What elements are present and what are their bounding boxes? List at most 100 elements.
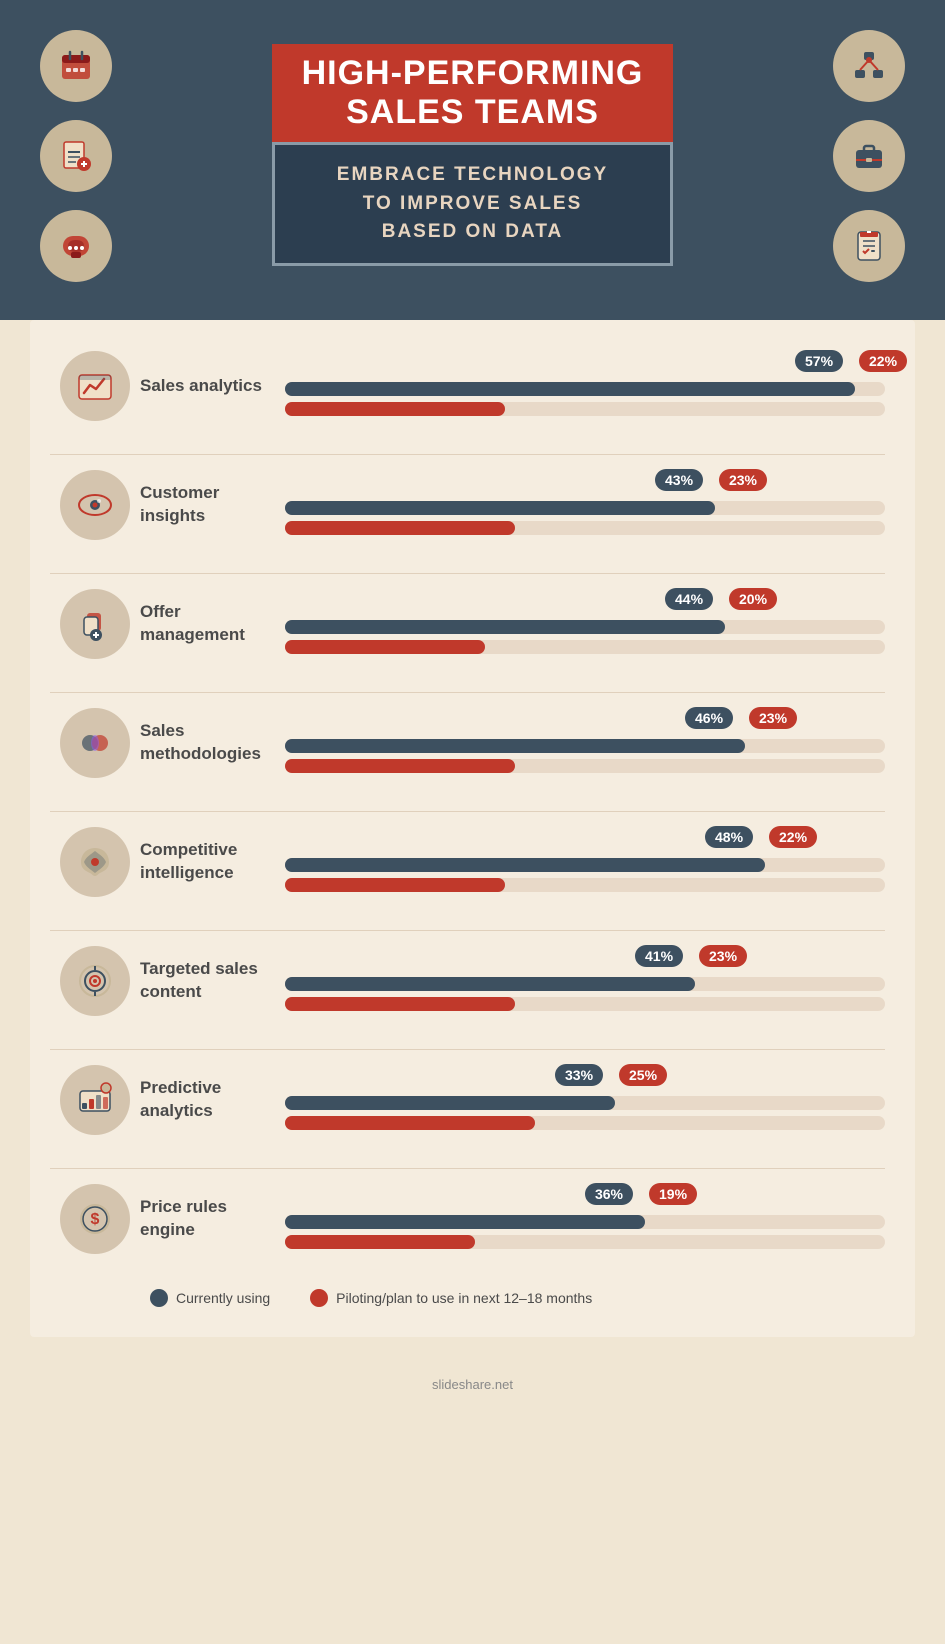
badge-red-customer-insights: 23% <box>719 469 767 491</box>
subtitle-text: EMBRACE TECHNOLOGYTO IMPROVE SALESBASED … <box>295 161 651 247</box>
icon-predictive-analytics <box>60 1065 130 1135</box>
icon-wrap-customer-insights <box>50 470 140 540</box>
bar-red-fill-price-rules-engine <box>285 1235 475 1249</box>
row-sales-methodologies: Sales methodologies 46% 23% <box>50 692 885 793</box>
header-icons-right <box>833 30 905 282</box>
label-competitive-intelligence: Competitive intelligence <box>140 839 285 885</box>
bar-red-track-competitive-intelligence <box>285 878 885 892</box>
icon-offer-management <box>60 589 130 659</box>
badges-targeted-sales-content: 41% 23% <box>285 945 885 971</box>
bar-area-customer-insights: 43% 23% <box>285 469 885 541</box>
icon-customer-insights <box>60 470 130 540</box>
title-top-bar: HIGH-PERFORMING SALES TEAMS <box>272 44 674 142</box>
badges-offer-management: 44% 20% <box>285 588 885 614</box>
icon-wrap-competitive-intelligence <box>50 827 140 897</box>
badge-dark-targeted-sales-content: 41% <box>635 945 683 967</box>
icon-wrap-targeted-sales-content <box>50 946 140 1016</box>
calendar-icon <box>40 30 112 102</box>
badges-price-rules-engine: 36% 19% <box>285 1183 885 1209</box>
bar-dark-fill-sales-methodologies <box>285 739 745 753</box>
bar-red-track-targeted-sales-content <box>285 997 885 1011</box>
bar-red-fill-offer-management <box>285 640 485 654</box>
bar-area-offer-management: 44% 20% <box>285 588 885 660</box>
bar-red-track-predictive-analytics <box>285 1116 885 1130</box>
bar-red-track-offer-management <box>285 640 885 654</box>
bar-dark-fill-offer-management <box>285 620 725 634</box>
label-sales-methodologies: Sales methodologies <box>140 720 285 766</box>
legend-piloting-label: Piloting/plan to use in next 12–18 month… <box>336 1290 592 1306</box>
svg-text:$: $ <box>91 1211 100 1228</box>
phone-icon <box>40 210 112 282</box>
bar-red-fill-predictive-analytics <box>285 1116 535 1130</box>
badge-red-price-rules-engine: 19% <box>649 1183 697 1205</box>
chart-area: Sales analytics 57% 22% Customer ins <box>50 350 885 1269</box>
icon-targeted-sales-content <box>60 946 130 1016</box>
bar-red-track-sales-analytics <box>285 402 885 416</box>
bar-red-fill-customer-insights <box>285 521 515 535</box>
report-icon <box>40 120 112 192</box>
badges-sales-methodologies: 46% 23% <box>285 707 885 733</box>
bar-dark-track-competitive-intelligence <box>285 858 885 872</box>
bar-dark-fill-targeted-sales-content <box>285 977 695 991</box>
header-icons-left <box>40 30 112 282</box>
bar-dark-fill-price-rules-engine <box>285 1215 645 1229</box>
main-title: HIGH-PERFORMING SALES TEAMS <box>302 54 644 132</box>
header-section: HIGH-PERFORMING SALES TEAMS EMBRACE TECH… <box>0 0 945 320</box>
icon-sales-analytics <box>60 351 130 421</box>
badges-customer-insights: 43% 23% <box>285 469 885 495</box>
icon-wrap-predictive-analytics <box>50 1065 140 1135</box>
label-targeted-sales-content: Targeted sales content <box>140 958 285 1004</box>
icon-competitive-intelligence <box>60 827 130 897</box>
legend-currently-using: Currently using <box>150 1289 270 1307</box>
checklist-icon <box>833 210 905 282</box>
bar-dark-fill-competitive-intelligence <box>285 858 765 872</box>
icon-price-rules-engine: $ <box>60 1184 130 1254</box>
badge-dark-offer-management: 44% <box>665 588 713 610</box>
badge-red-competitive-intelligence: 22% <box>769 826 817 848</box>
bar-dark-fill-customer-insights <box>285 501 715 515</box>
main-content: Sales analytics 57% 22% Customer ins <box>30 320 915 1337</box>
icon-wrap-sales-methodologies <box>50 708 140 778</box>
bar-red-fill-sales-methodologies <box>285 759 515 773</box>
label-customer-insights: Customer insights <box>140 482 285 528</box>
badge-red-targeted-sales-content: 23% <box>699 945 747 967</box>
bar-dark-track-price-rules-engine <box>285 1215 885 1229</box>
icon-wrap-offer-management <box>50 589 140 659</box>
badge-red-sales-analytics: 22% <box>859 350 907 372</box>
bar-dark-track-sales-methodologies <box>285 739 885 753</box>
source-text: slideshare.net <box>432 1377 513 1392</box>
row-sales-analytics: Sales analytics 57% 22% <box>50 350 885 436</box>
bar-dark-track-customer-insights <box>285 501 885 515</box>
badge-dark-customer-insights: 43% <box>655 469 703 491</box>
legend: Currently using Piloting/plan to use in … <box>50 1289 885 1307</box>
row-competitive-intelligence: Competitive intelligence 48% 22% <box>50 811 885 912</box>
bar-area-sales-methodologies: 46% 23% <box>285 707 885 779</box>
badge-dark-price-rules-engine: 36% <box>585 1183 633 1205</box>
badge-dark-competitive-intelligence: 48% <box>705 826 753 848</box>
badge-dark-sales-analytics: 57% <box>795 350 843 372</box>
bar-area-price-rules-engine: 36% 19% <box>285 1183 885 1255</box>
legend-currently-using-label: Currently using <box>176 1290 270 1306</box>
label-predictive-analytics: Predictive analytics <box>140 1077 285 1123</box>
label-sales-analytics: Sales analytics <box>140 375 285 398</box>
bar-dark-track-predictive-analytics <box>285 1096 885 1110</box>
bar-red-fill-targeted-sales-content <box>285 997 515 1011</box>
bar-red-track-price-rules-engine <box>285 1235 885 1249</box>
badge-red-predictive-analytics: 25% <box>619 1064 667 1086</box>
badge-red-offer-management: 20% <box>729 588 777 610</box>
row-price-rules-engine: $ Price rules engine 36% 19% <box>50 1168 885 1269</box>
icon-wrap-sales-analytics <box>50 351 140 421</box>
legend-dot-dark <box>150 1289 168 1307</box>
bar-area-sales-analytics: 57% 22% <box>285 350 885 422</box>
bar-dark-track-sales-analytics <box>285 382 885 396</box>
bar-area-targeted-sales-content: 41% 23% <box>285 945 885 1017</box>
bar-red-fill-competitive-intelligence <box>285 878 505 892</box>
icon-sales-methodologies <box>60 708 130 778</box>
legend-dot-red <box>310 1289 328 1307</box>
bar-area-predictive-analytics: 33% 25% <box>285 1064 885 1136</box>
label-price-rules-engine: Price rules engine <box>140 1196 285 1242</box>
badges-competitive-intelligence: 48% 22% <box>285 826 885 852</box>
badges-sales-analytics: 57% 22% <box>285 350 885 376</box>
badge-dark-predictive-analytics: 33% <box>555 1064 603 1086</box>
network-icon <box>833 30 905 102</box>
